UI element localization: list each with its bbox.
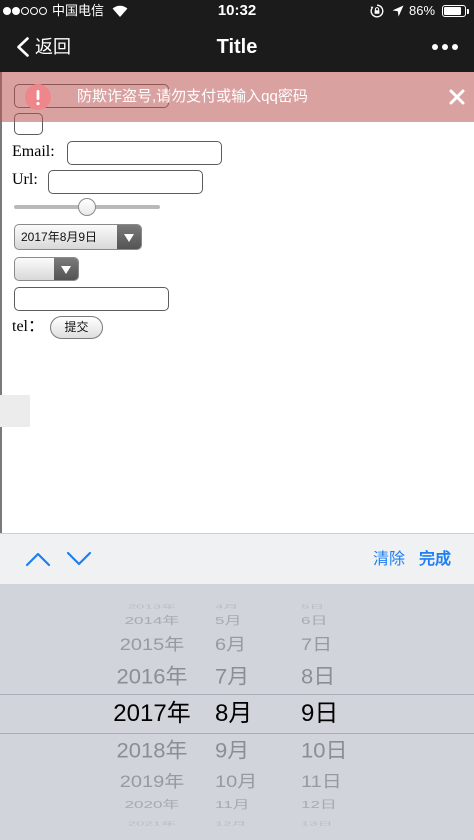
picker-month-item[interactable]: 6月 (215, 633, 246, 658)
selection-line (0, 694, 474, 695)
close-icon[interactable] (449, 89, 465, 105)
picker-toolbar: 清除 完成 (0, 533, 474, 584)
picker-month-item[interactable]: 9月 (215, 737, 249, 766)
banner-message: 防欺诈盗号,请勿支付或输入qq密码 (77, 88, 308, 105)
done-button[interactable]: 完成 (419, 534, 451, 585)
picker-selected-month[interactable]: 8月 (215, 699, 252, 729)
picker-day-item[interactable]: 10日 (301, 737, 347, 766)
picker-year-item[interactable]: 2020年 (92, 796, 212, 815)
picker-year-item[interactable]: 2014年 (92, 612, 212, 631)
picker-year-item[interactable]: 2015年 (92, 633, 212, 658)
picker-row[interactable]: 2019年 10月 11日 (0, 770, 474, 795)
range-slider[interactable] (14, 198, 160, 216)
picker-year-item[interactable]: 2021年 (92, 819, 212, 830)
picker-day-item[interactable]: 5日 (301, 602, 324, 613)
clear-button[interactable]: 清除 (373, 534, 405, 585)
picker-row[interactable]: 2018年 9月 10日 (0, 737, 474, 766)
page-title: Title (216, 36, 258, 58)
nav-bar: 返回 Title (0, 22, 474, 72)
battery-icon (442, 5, 466, 17)
more-dots-icon (442, 44, 448, 50)
battery-percent: 86% (409, 3, 436, 18)
picker-day-item[interactable]: 11日 (301, 770, 342, 795)
picker-row[interactable]: 2015年 6月 7日 (0, 633, 474, 658)
email-label: Email: (12, 143, 55, 160)
location-arrow-icon (392, 5, 404, 17)
picker-month-item[interactable]: 5月 (215, 612, 241, 631)
picker-month-item[interactable]: 12月 (215, 819, 247, 830)
tel-label: tel： (12, 318, 44, 335)
picker-row[interactable]: 2013年 4月 5日 (0, 602, 474, 613)
picker-year-item[interactable]: 2019年 (92, 770, 212, 795)
picker-row[interactable]: 2014年 5月 6日 (0, 612, 474, 631)
picker-day-item[interactable]: 7日 (301, 633, 332, 658)
submit-button[interactable]: 提交 (50, 316, 103, 339)
webview-edge (0, 72, 2, 533)
picker-row[interactable]: 2020年 11月 12日 (0, 796, 474, 815)
dropdown-arrow-icon (54, 258, 78, 280)
picker-month-item[interactable]: 4月 (215, 602, 238, 613)
email-field[interactable] (67, 141, 222, 165)
battery-level-fill (444, 7, 462, 15)
picker-month-item[interactable]: 11月 (215, 796, 250, 815)
url-field[interactable] (48, 170, 203, 194)
warning-icon (25, 84, 51, 110)
status-bar: 中国电信 10:32 86% (0, 0, 474, 22)
picker-row[interactable]: 2016年 7月 8日 (0, 663, 474, 692)
chevron-down-icon[interactable] (66, 551, 92, 567)
picker-selected-day[interactable]: 9日 (301, 699, 338, 729)
more-dots-icon (452, 44, 458, 50)
dropdown-arrow-icon (117, 225, 141, 249)
picker-selected-year[interactable]: 2017年 (92, 699, 212, 729)
chevron-up-icon[interactable] (25, 551, 51, 567)
date-select[interactable]: 2017年8月9日 (14, 224, 142, 250)
more-button[interactable] (428, 32, 462, 62)
picker-day-item[interactable]: 12日 (301, 796, 337, 815)
picker-day-item[interactable]: 6日 (301, 612, 327, 631)
ghost-artifact (0, 395, 30, 427)
url-label: Url: (12, 171, 38, 188)
picker-day-item[interactable]: 8日 (301, 663, 335, 692)
range-thumb[interactable] (78, 198, 96, 216)
text-input[interactable] (14, 287, 169, 311)
date-select-value: 2017年8月9日 (21, 230, 98, 244)
picker-year-item[interactable]: 2018年 (92, 737, 212, 766)
picker-year-item[interactable]: 2016年 (92, 663, 212, 692)
fraud-warning-banner: 防欺诈盗号,请勿支付或输入qq密码 (0, 72, 474, 122)
picker-selected-row[interactable]: 2017年 8月 9日 (0, 699, 474, 729)
picker-row[interactable]: 2021年 12月 13日 (0, 819, 474, 830)
picker-year-item[interactable]: 2013年 (92, 602, 212, 613)
empty-select[interactable] (14, 257, 79, 281)
more-dots-icon (432, 44, 438, 50)
picker-day-item[interactable]: 13日 (301, 819, 333, 830)
picker-month-item[interactable]: 7月 (215, 663, 249, 692)
picker-month-item[interactable]: 10月 (215, 770, 257, 795)
date-picker-wheel[interactable]: 2013年 4月 5日 2014年 5月 6日 2015年 6月 7日 2016… (0, 584, 474, 840)
rotation-lock-icon (370, 4, 384, 18)
battery-cap (467, 9, 469, 14)
selection-line (0, 733, 474, 734)
